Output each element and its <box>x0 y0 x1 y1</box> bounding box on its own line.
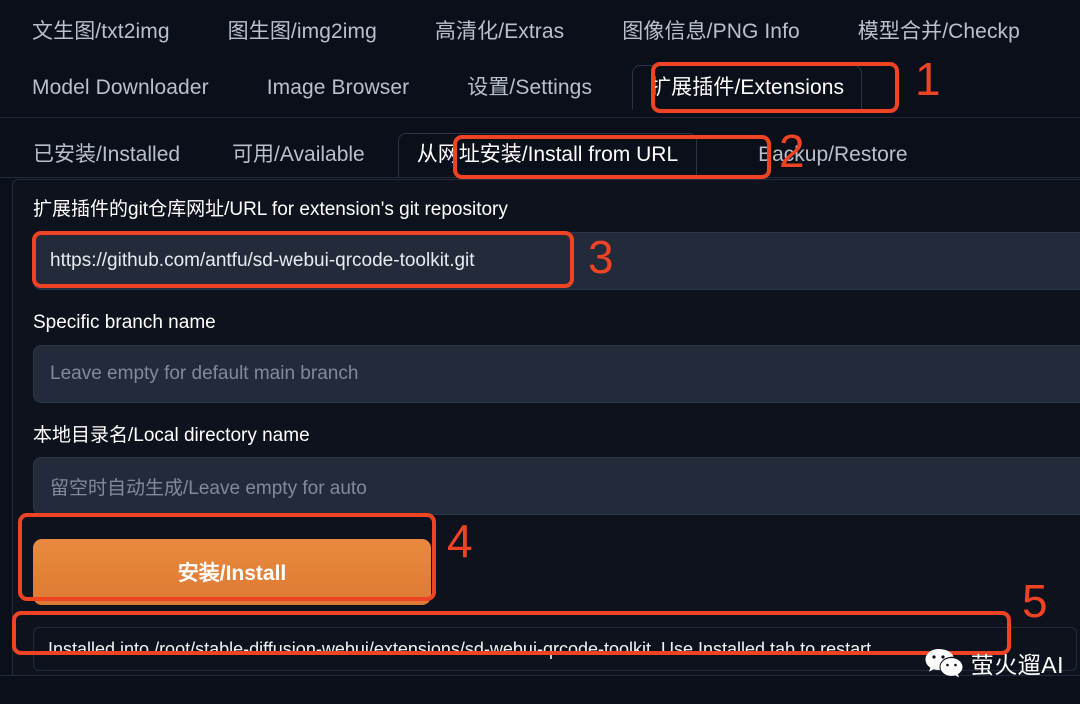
local-dir-field-label: 本地目录名/Local directory name <box>33 424 310 446</box>
main-tab-row-1: 文生图/txt2img 图生图/img2img 高清化/Extras 图像信息/… <box>0 6 1080 57</box>
subtab-available[interactable]: 可用/Available <box>213 133 384 178</box>
tab-extras[interactable]: 高清化/Extras <box>417 9 582 54</box>
local-directory-input[interactable]: 留空时自动生成/Leave empty for auto <box>33 457 1080 516</box>
stable-diffusion-webui-window: 文生图/txt2img 图生图/img2img 高清化/Extras 图像信息/… <box>0 0 1080 704</box>
extensions-sub-tab-bar: 已安装/Installed 可用/Available 从网址安装/Install… <box>0 122 1080 178</box>
main-tab-bar: 文生图/txt2img 图生图/img2img 高清化/Extras 图像信息/… <box>0 0 1080 118</box>
subtab-backup-restore[interactable]: Backup/Restore <box>739 133 926 178</box>
tab-txt2img[interactable]: 文生图/txt2img <box>14 9 188 54</box>
tab-extensions[interactable]: 扩展插件/Extensions <box>632 65 863 110</box>
install-button[interactable]: 安装/Install <box>33 539 431 606</box>
tab-settings[interactable]: 设置/Settings <box>449 65 610 110</box>
sub-tab-underline <box>0 177 1080 178</box>
tab-checkpoint-merger[interactable]: 模型合并/Checkp <box>840 9 1038 54</box>
tab-png-info[interactable]: 图像信息/PNG Info <box>604 9 818 54</box>
status-bar: Installed into /root/stable-diffusion-we… <box>33 627 1077 672</box>
subtab-installed[interactable]: 已安装/Installed <box>14 133 199 178</box>
url-input[interactable]: https://github.com/antfu/sd-webui-qrcode… <box>33 231 1080 290</box>
main-tab-row-2: Model Downloader Image Browser 设置/Settin… <box>0 62 1080 113</box>
tab-img2img[interactable]: 图生图/img2img <box>210 9 395 54</box>
tab-model-downloader[interactable]: Model Downloader <box>14 65 227 110</box>
branch-input[interactable]: Leave empty for default main branch <box>33 344 1080 403</box>
url-field-label: 扩展插件的git仓库网址/URL for extension's git rep… <box>33 199 508 220</box>
tab-image-browser[interactable]: Image Browser <box>249 65 428 110</box>
install-from-url-panel: 扩展插件的git仓库网址/URL for extension's git rep… <box>12 179 1080 675</box>
subtab-install-from-url[interactable]: 从网址安装/Install from URL <box>397 133 698 178</box>
branch-field-label: Specific branch name <box>33 311 216 333</box>
panel-bottom-divider <box>0 675 1080 676</box>
